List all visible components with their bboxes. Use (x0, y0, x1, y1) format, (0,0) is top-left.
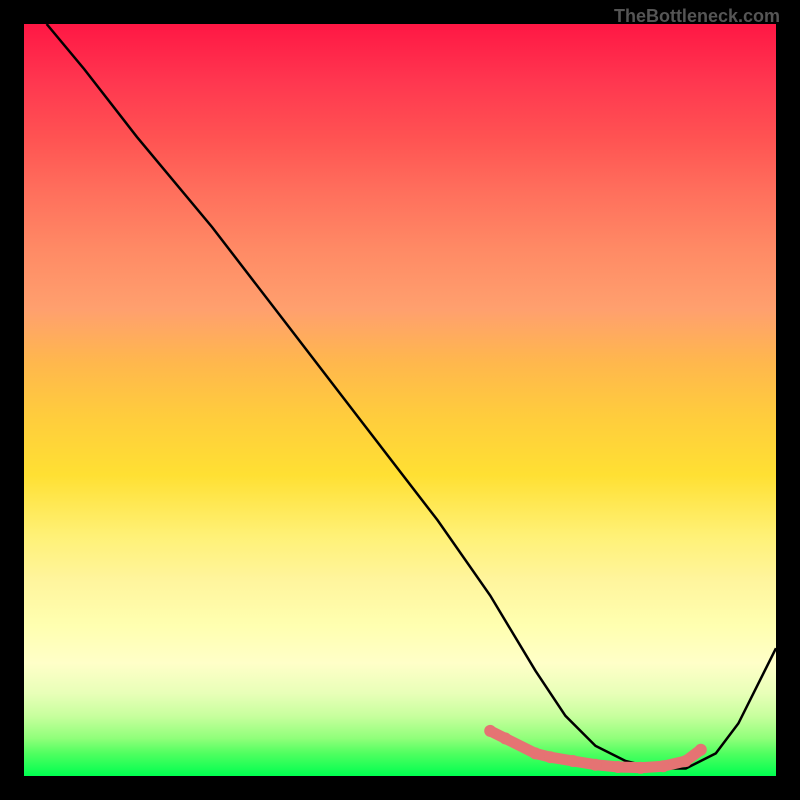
marker-dot (499, 732, 511, 744)
chart-svg (24, 24, 776, 776)
marker-dot (695, 744, 707, 756)
marker-dot (484, 725, 496, 737)
marker-dot (590, 759, 602, 771)
marker-dot (544, 751, 556, 763)
marker-dot (635, 762, 647, 774)
marker-dot (529, 747, 541, 759)
chart-plot-area (24, 24, 776, 776)
marker-dot (567, 755, 579, 767)
marker-dot (612, 761, 624, 773)
data-markers (484, 725, 707, 774)
marker-dot (680, 755, 692, 767)
curve-path (47, 24, 776, 769)
watermark-text: TheBottleneck.com (614, 6, 780, 27)
marker-dot (657, 760, 669, 772)
